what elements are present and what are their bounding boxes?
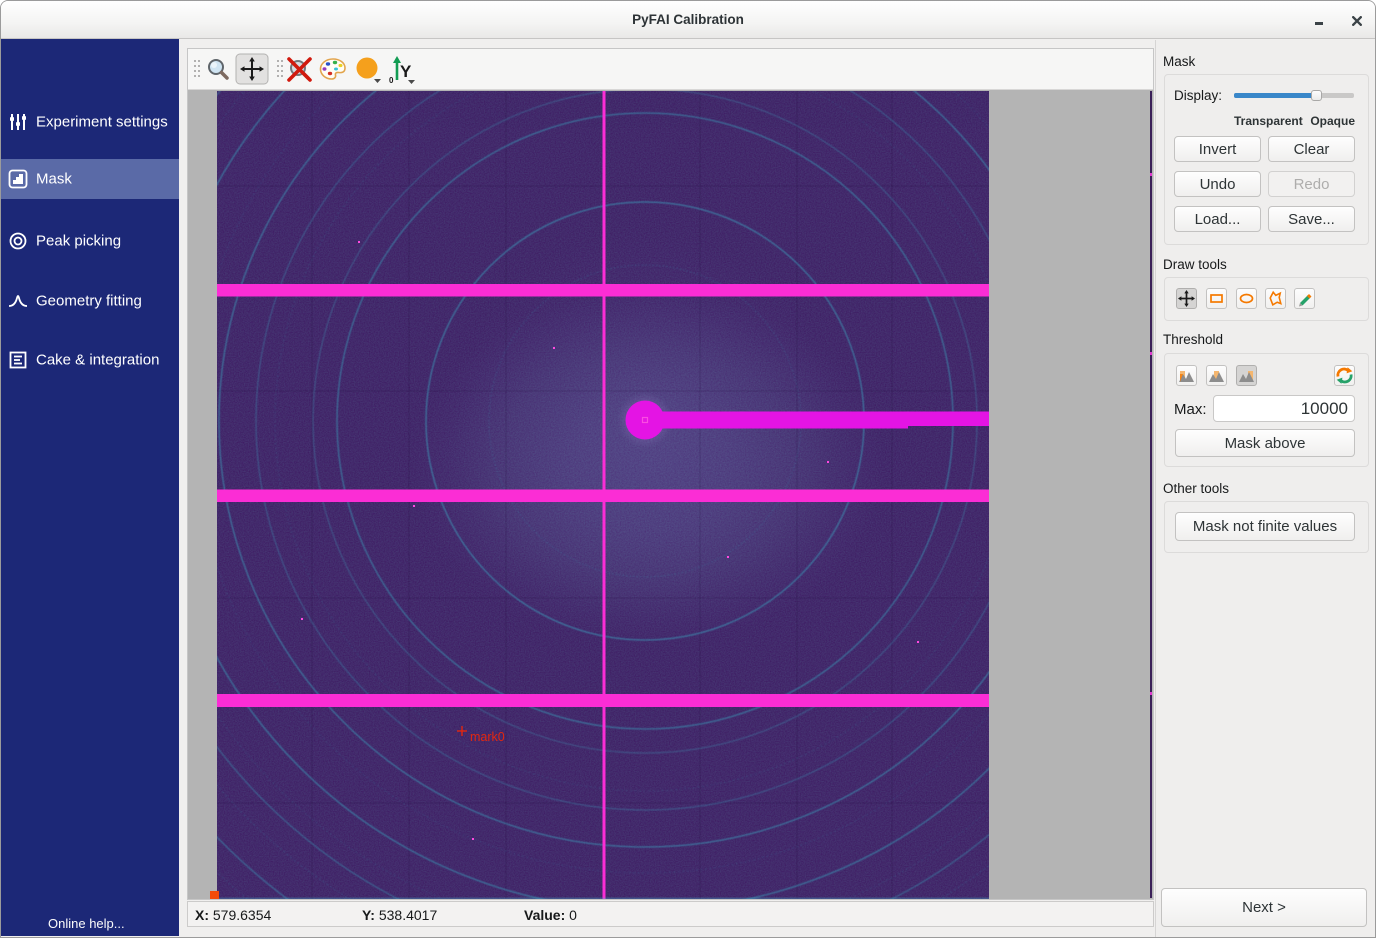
svg-text:mark0: mark0 <box>470 730 505 744</box>
svg-text:Y: Y <box>400 62 412 81</box>
svg-text:0: 0 <box>389 76 394 85</box>
